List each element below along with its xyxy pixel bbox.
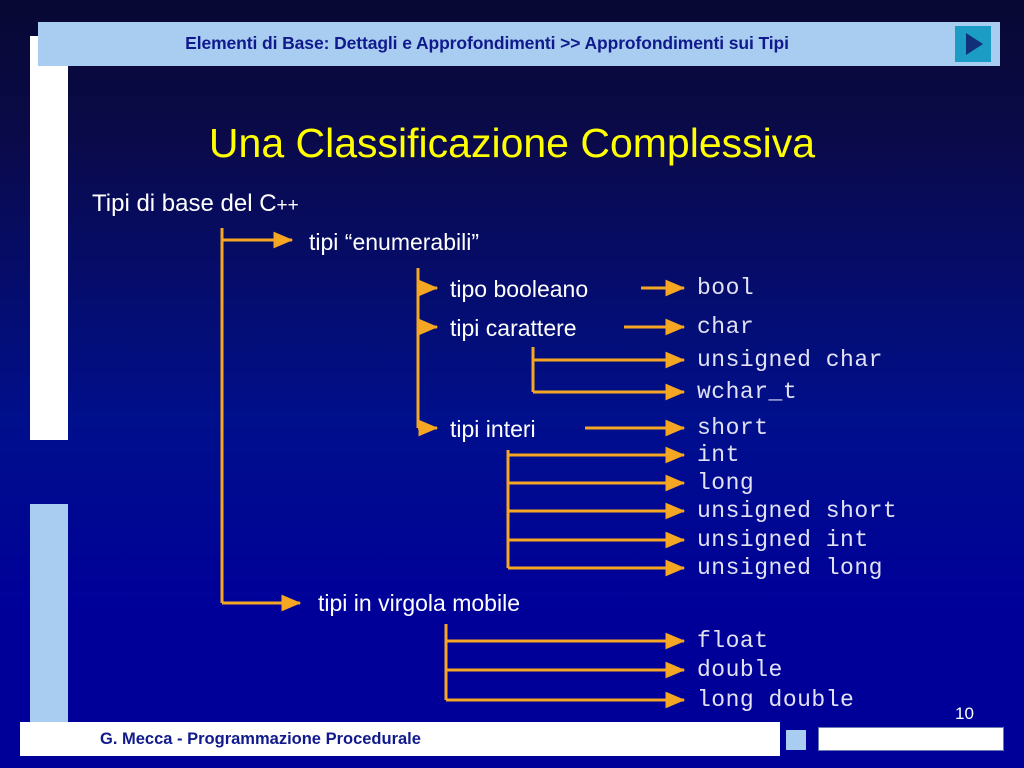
next-slide-button[interactable]	[955, 26, 991, 62]
decorative-white-bar	[30, 36, 68, 440]
type-long-double: long double	[697, 687, 855, 713]
presentation-slide: Elementi di Base: Dettagli e Approfondim…	[0, 0, 1024, 768]
decorative-blue-bar	[30, 504, 68, 735]
node-label-virgola-mobile: tipi in virgola mobile	[318, 590, 520, 616]
type-char: char	[697, 314, 755, 340]
node-label-enumerabili: tipi “enumerabili”	[309, 229, 480, 255]
diagram-root-label: Tipi di base del C++	[92, 190, 299, 218]
subtitle-main: Tipi di base del C	[92, 190, 277, 217]
type-double: double	[697, 657, 783, 683]
type-unsigned-short: unsigned short	[697, 498, 898, 524]
type-bool: bool	[697, 275, 755, 301]
footer-right-bar	[818, 727, 1004, 751]
type-short: short	[697, 415, 769, 441]
node-label-carattere: tipi carattere	[450, 315, 577, 341]
type-unsigned-char: unsigned char	[697, 347, 883, 373]
type-long: long	[697, 470, 755, 496]
footer-accent-square	[786, 730, 806, 750]
breadcrumb: Elementi di Base: Dettagli e Approfondim…	[185, 33, 789, 53]
type-classification-diagram	[220, 228, 686, 709]
type-wchar-t: wchar_t	[697, 379, 798, 405]
type-unsigned-int: unsigned int	[697, 527, 869, 553]
node-label-booleano: tipo booleano	[450, 276, 589, 302]
footer-credit: G. Mecca - Programmazione Procedurale	[100, 730, 421, 748]
node-label-interi: tipi interi	[450, 416, 536, 442]
subtitle-suffix: ++	[276, 195, 299, 216]
type-unsigned-long: unsigned long	[697, 555, 883, 581]
page-number: 10	[955, 704, 974, 723]
type-float: float	[697, 628, 769, 654]
page-title: Una Classificazione Complessiva	[208, 120, 816, 166]
type-int: int	[697, 442, 740, 468]
play-triangle-icon	[966, 33, 983, 55]
